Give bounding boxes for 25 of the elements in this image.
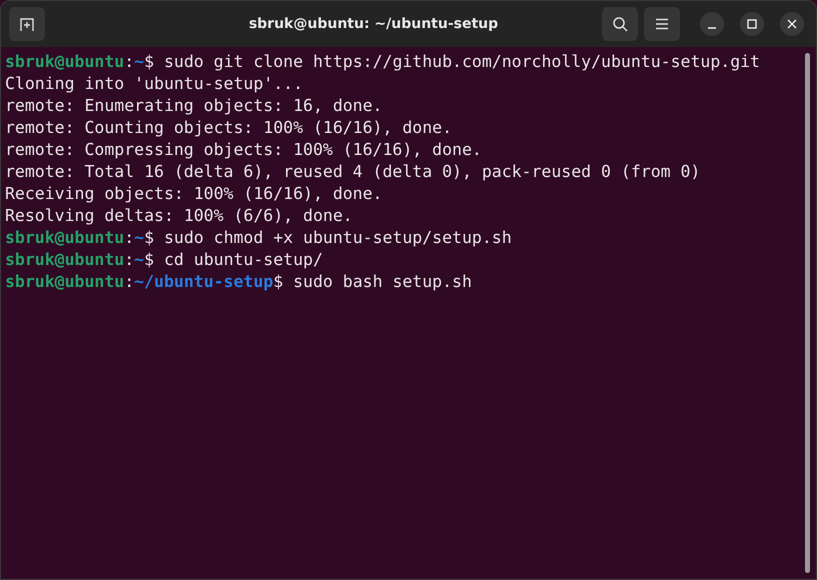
output-line: remote: Enumerating objects: 16, done.: [5, 95, 384, 117]
prompt-line: sbruk@ubuntu:~$ sudo chmod +x ubuntu-setup/setup.sh: [5, 227, 513, 249]
output-line: remote: Compressing objects: 100% (16/16), done.: [5, 139, 483, 161]
output-line: remote: Total 16 (delta 6), reused 4 (delta 0), pack-reused 0 (from 0): [5, 161, 702, 183]
maximize-icon: [747, 19, 757, 29]
prompt-line: sbruk@ubuntu:~/ubuntu-setup$ sudo bash setup.sh: [5, 271, 473, 293]
output-line: Receiving objects: 100% (16/16), done.: [5, 183, 384, 205]
output-line: Cloning into 'ubuntu-setup'...: [5, 73, 304, 95]
close-button[interactable]: [780, 12, 804, 36]
output-line: remote: Counting objects: 100% (16/16), done.: [5, 117, 454, 139]
window-title: sbruk@ubuntu: ~/ubuntu-setup: [248, 16, 500, 32]
minimize-icon: [707, 27, 717, 29]
new-tab-icon: [19, 16, 35, 32]
menu-button[interactable]: [644, 7, 680, 41]
search-icon: [612, 16, 628, 32]
scrollbar[interactable]: [805, 53, 810, 573]
minimize-button[interactable]: [700, 12, 724, 36]
prompt-line: sbruk@ubuntu:~$ cd ubuntu-setup/: [5, 249, 324, 271]
prompt-line: sbruk@ubuntu:~$ sudo git clone https://github.com/norcholly/ubuntu-setup.git: [5, 51, 761, 73]
new-tab-button[interactable]: [9, 7, 45, 41]
output-line: Resolving deltas: 100% (6/6), done.: [5, 205, 354, 227]
search-button[interactable]: [602, 7, 638, 41]
maximize-button[interactable]: [740, 12, 764, 36]
menu-icon: [655, 18, 669, 30]
close-icon: [787, 19, 797, 29]
